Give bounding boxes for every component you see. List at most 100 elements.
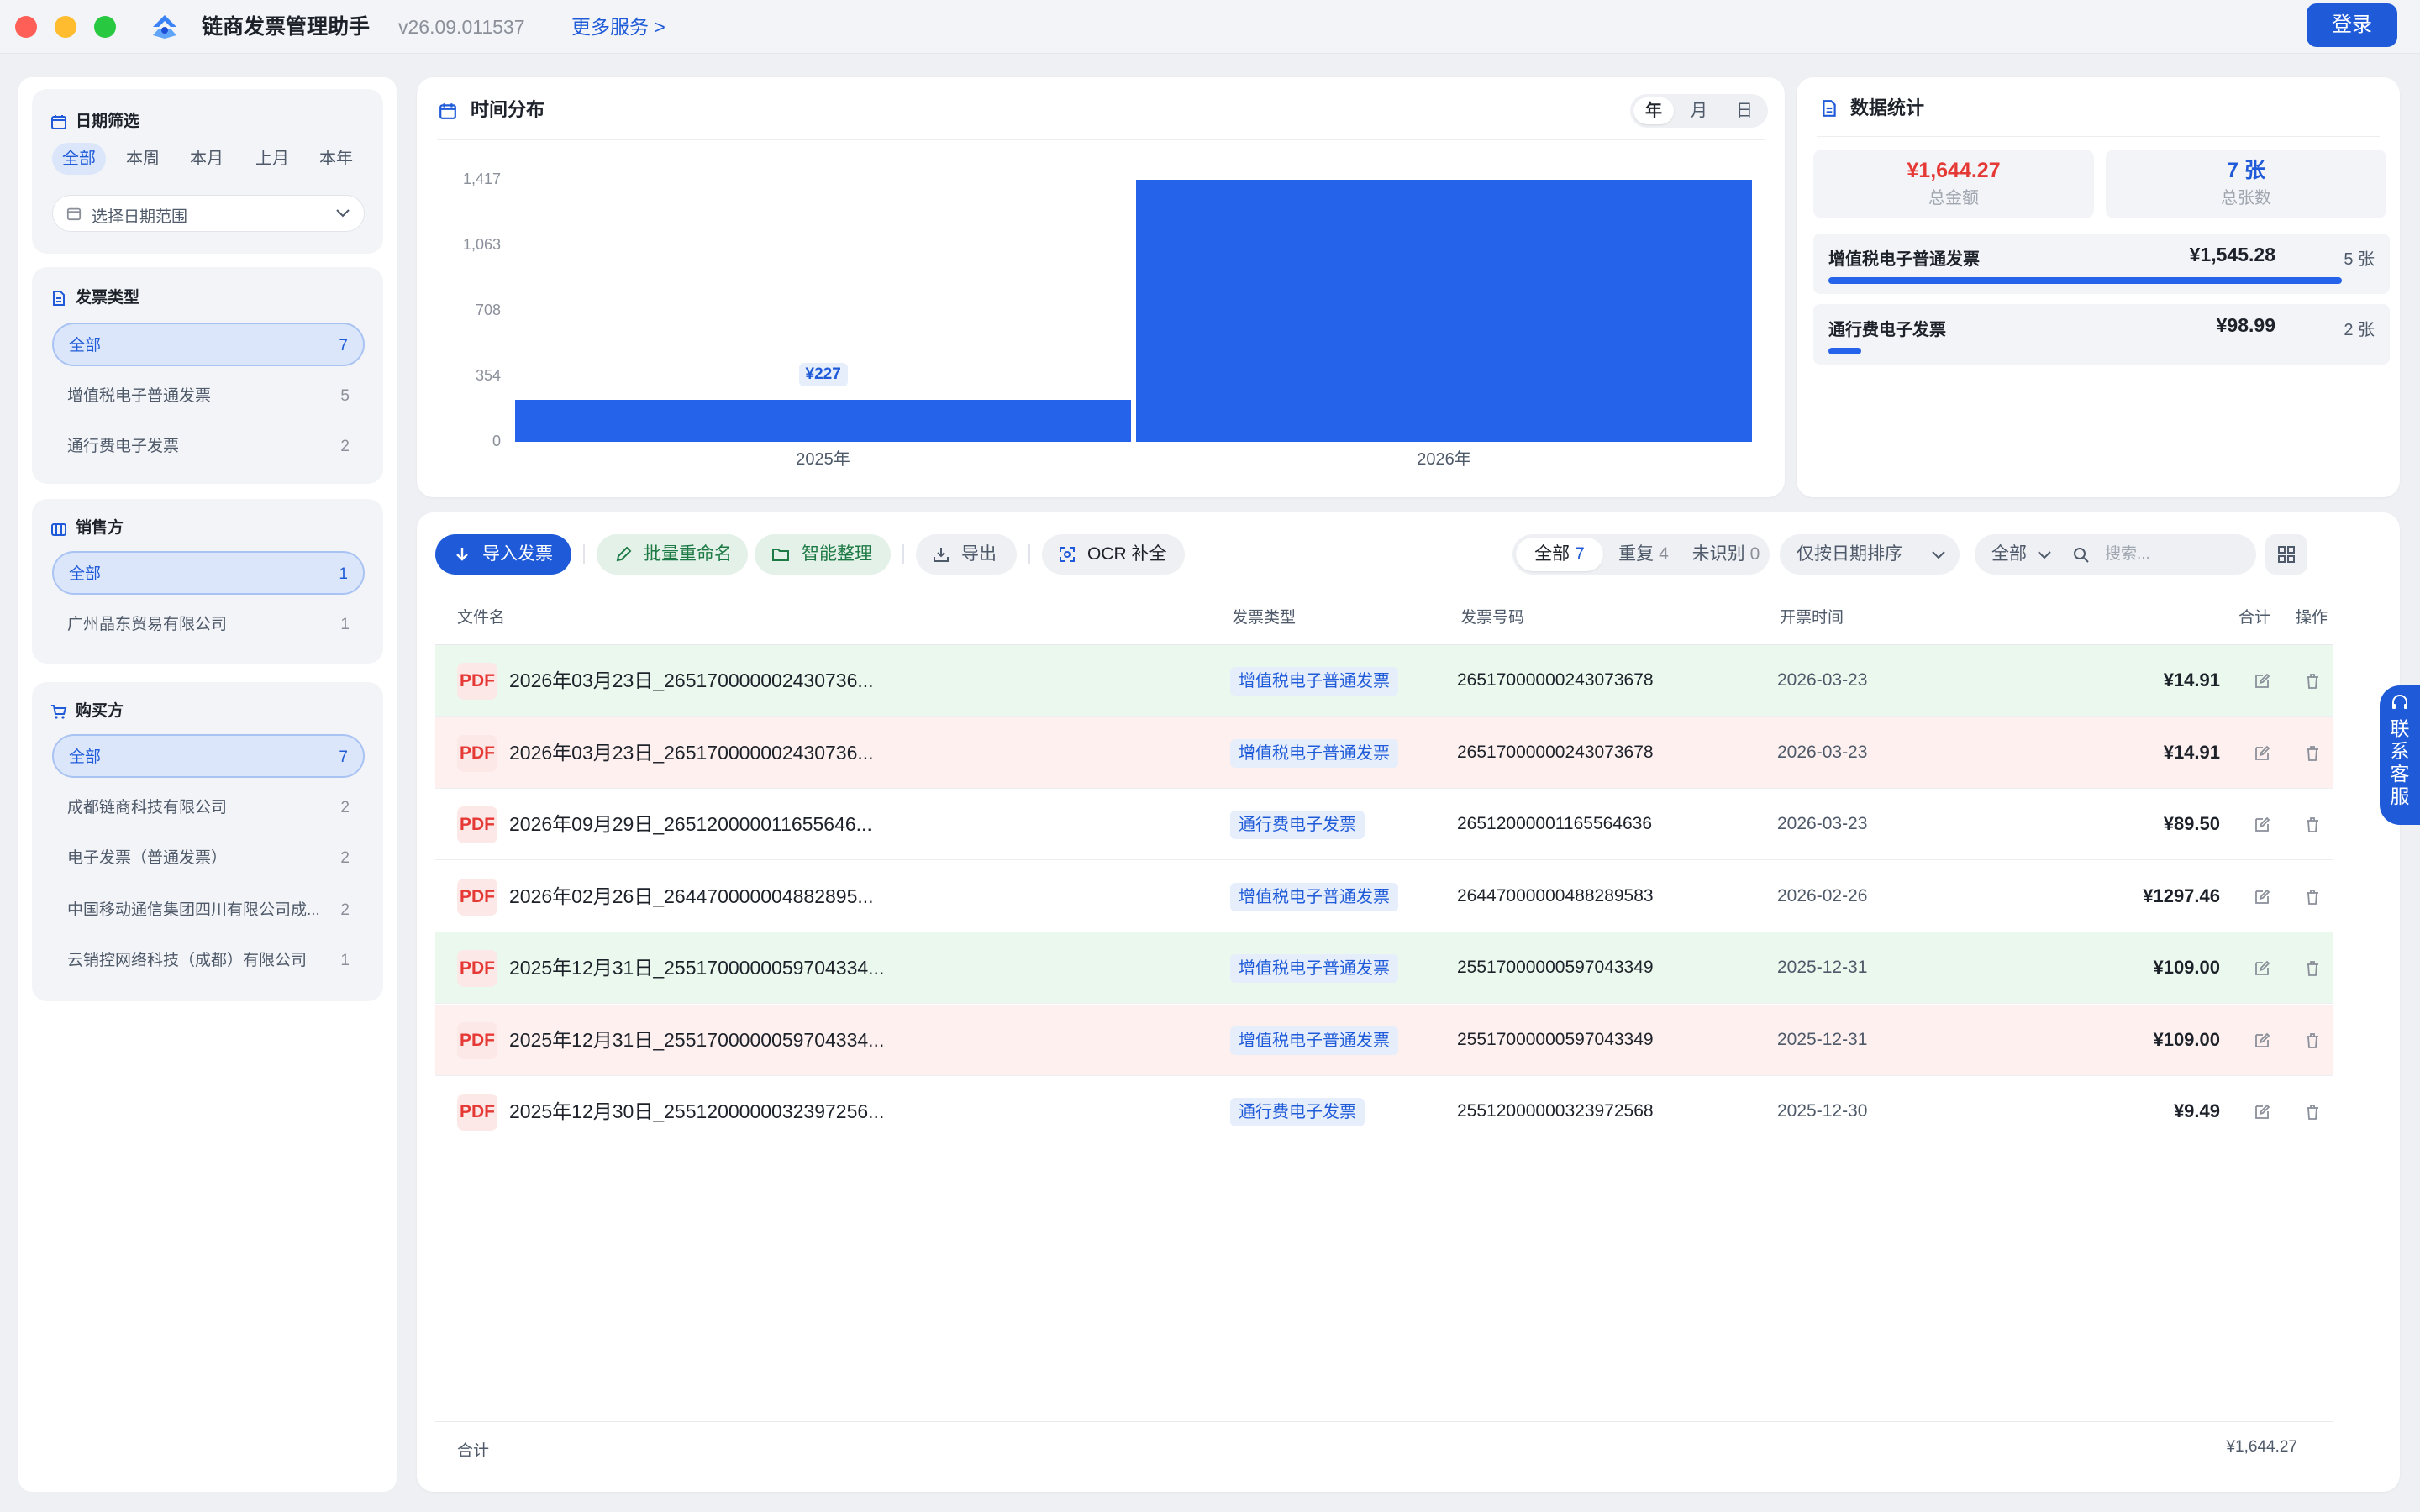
- chart-bar[interactable]: [1136, 180, 1752, 442]
- edit-icon[interactable]: [2254, 960, 2270, 977]
- delete-icon[interactable]: [2304, 1104, 2321, 1121]
- y-tick-label: 708: [475, 302, 501, 319]
- export-button[interactable]: 导出: [916, 534, 1017, 575]
- edit-icon[interactable]: [2254, 1104, 2270, 1121]
- chevron-down-icon: [1932, 551, 1945, 559]
- delete-icon[interactable]: [2304, 745, 2321, 762]
- date-chip-last-month[interactable]: 上月: [245, 143, 299, 175]
- invoice-number: 26447000000488289583: [1457, 885, 1654, 906]
- contact-support-char: 系: [2390, 740, 2410, 762]
- stats-type-bar: [1828, 277, 2375, 284]
- file-name[interactable]: 2025年12月31日_2551700000059704334...: [509, 1026, 884, 1053]
- column-header-date[interactable]: 开票时间: [1780, 606, 1844, 630]
- invoice-type-item-toll[interactable]: 通行费电子发票 2: [52, 425, 365, 469]
- date-chip-this-year[interactable]: 本年: [309, 143, 363, 175]
- table-row[interactable]: PDF 2025年12月30日_2551200000032397256... 通行费…: [435, 1076, 2333, 1147]
- ocr-complete-button[interactable]: OCR 补全: [1042, 534, 1185, 575]
- batch-rename-button[interactable]: 批量重命名: [597, 534, 748, 575]
- table-row[interactable]: PDF 2025年12月31日_2551700000059704334... 增值税…: [435, 1004, 2333, 1076]
- minimize-window-button[interactable]: [55, 16, 76, 38]
- delete-icon[interactable]: [2304, 889, 2321, 906]
- seller-item-guangzhou-jingdong[interactable]: 广州晶东贸易有限公司 1: [52, 603, 365, 647]
- import-invoice-button[interactable]: 导入发票: [435, 534, 571, 575]
- invoice-amount: ¥14.91: [2163, 669, 2220, 690]
- tab-unrecognized[interactable]: 未识别 0: [1684, 538, 1768, 571]
- date-range-picker[interactable]: 选择日期范围: [52, 195, 365, 232]
- scope-dropdown[interactable]: 全部: [1975, 534, 2105, 575]
- sort-dropdown-label: 仅按日期排序: [1797, 544, 1902, 564]
- seller-item-all[interactable]: 全部 1: [52, 551, 365, 595]
- stats-type-bar: [1828, 348, 2375, 354]
- invoice-amount: ¥89.50: [2163, 813, 2220, 834]
- sort-dropdown[interactable]: 仅按日期排序: [1780, 534, 1960, 575]
- delete-icon[interactable]: [2304, 673, 2321, 690]
- pdf-file-icon: PDF: [457, 734, 497, 772]
- file-name[interactable]: 2026年03月23日_265170000002430736...: [509, 739, 874, 766]
- edit-icon[interactable]: [2254, 1032, 2270, 1049]
- more-services-link[interactable]: 更多服务 >: [571, 13, 666, 40]
- table-row[interactable]: PDF 2026年03月23日_265170000002430736... 增值税电…: [435, 717, 2333, 789]
- total-count-value: 7 张: [2227, 159, 2265, 182]
- tab-duplicate[interactable]: 重复 4: [1607, 538, 1681, 571]
- edit-icon[interactable]: [2254, 673, 2270, 690]
- document-icon: [53, 291, 65, 306]
- edit-icon[interactable]: [2254, 816, 2270, 833]
- invoice-type-item-all[interactable]: 全部 7: [52, 323, 365, 366]
- login-button[interactable]: 登录: [2307, 3, 2397, 47]
- close-window-button[interactable]: [15, 16, 37, 38]
- file-name[interactable]: 2026年02月26日_264470000004882895...: [509, 883, 874, 910]
- date-filter-card: 日期筛选 全部 本周 本月 上月 本年 选择日期范围: [32, 89, 383, 254]
- invoice-type-badge: 增值税电子普通发票: [1230, 954, 1398, 983]
- grid-view-button[interactable]: [2265, 534, 2307, 575]
- invoice-date: 2026-02-26: [1777, 885, 1868, 906]
- edit-icon[interactable]: [2254, 889, 2270, 906]
- search-input[interactable]: 搜索...: [2105, 534, 2256, 575]
- filter-item-label: 全部: [69, 565, 102, 583]
- contact-support-char: 联: [2390, 717, 2410, 739]
- date-chip-this-week[interactable]: 本周: [116, 143, 170, 175]
- invoice-number: 26512000001165564636: [1457, 814, 1653, 833]
- buyer-item-chengdu-lianshang[interactable]: 成都链商科技有限公司 2: [52, 786, 365, 830]
- stats-type-name: 增值税电子普通发票: [1828, 250, 1980, 269]
- edit-icon[interactable]: [2254, 745, 2270, 762]
- contact-support-button[interactable]: 联系客服: [2380, 685, 2420, 825]
- stats-type-name: 通行费电子发票: [1828, 321, 1946, 339]
- tab-all[interactable]: 全部 7: [1516, 538, 1603, 571]
- chart-bar[interactable]: [515, 400, 1131, 442]
- delete-icon[interactable]: [2304, 1032, 2321, 1049]
- maximize-window-button[interactable]: [94, 16, 116, 38]
- total-amount-value: ¥1,644.27: [1907, 159, 2001, 182]
- table-row[interactable]: PDF 2026年09月29日_265120000011655646... 通行费电…: [435, 789, 2333, 860]
- file-name[interactable]: 2026年09月29日_265120000011655646...: [509, 811, 872, 837]
- column-header-type[interactable]: 发票类型: [1232, 606, 1296, 630]
- stats-title: 数据统计: [1850, 97, 1925, 118]
- delete-icon[interactable]: [2304, 960, 2321, 977]
- filter-item-label: 云销控网络科技（成都）有限公司: [67, 952, 308, 969]
- invoice-list-panel: 导入发票 批量重命名 智能整理 导出 OCR 补全 全部 7 重复 4 未识别 0 仅…: [417, 512, 2400, 1492]
- table-row[interactable]: PDF 2025年12月31日_2551700000059704334... 增值税…: [435, 932, 2333, 1004]
- invoice-type-badge: 增值税电子普通发票: [1230, 882, 1398, 911]
- invoice-type-badge: 通行费电子发票: [1230, 811, 1365, 839]
- buyer-item-china-mobile[interactable]: 中国移动通信集团四川有限公司成... 2: [52, 889, 365, 932]
- date-chip-all[interactable]: 全部: [52, 143, 106, 175]
- file-name[interactable]: 2025年12月31日_2551700000059704334...: [509, 954, 884, 981]
- buyer-item-all[interactable]: 全部 7: [52, 734, 365, 778]
- table-row[interactable]: PDF 2026年03月23日_265170000002430736... 增值税电…: [435, 645, 2333, 717]
- column-header-number[interactable]: 发票号码: [1460, 606, 1524, 630]
- date-chip-this-month[interactable]: 本月: [180, 143, 234, 175]
- smart-organize-button[interactable]: 智能整理: [755, 534, 891, 575]
- buyer-item-yunxiaokong[interactable]: 云销控网络科技（成都）有限公司 1: [52, 939, 365, 983]
- file-name[interactable]: 2025年12月30日_2551200000032397256...: [509, 1098, 884, 1125]
- buyer-item-e-invoice[interactable]: 电子发票（普通发票） 2: [52, 837, 365, 880]
- column-header-filename[interactable]: 文件名: [457, 606, 505, 630]
- time-distribution-panel: 时间分布 年 月 日 0 354 708 1,063 1,417 2025年 ¥227 202…: [417, 77, 1785, 497]
- file-name[interactable]: 2026年03月23日_265170000002430736...: [509, 667, 874, 694]
- invoice-type-badge: 增值税电子普通发票: [1230, 667, 1398, 696]
- invoice-amount: ¥1297.46: [2143, 885, 2220, 906]
- invoice-type-item-vat[interactable]: 增值税电子普通发票 5: [52, 375, 365, 418]
- column-header-total[interactable]: 合计: [2220, 606, 2270, 630]
- chevron-down-icon: [336, 209, 350, 218]
- table-row[interactable]: PDF 2026年02月26日_264470000004882895... 增值税电…: [435, 860, 2333, 932]
- delete-icon[interactable]: [2304, 816, 2321, 833]
- tab-count: 7: [1575, 544, 1585, 564]
